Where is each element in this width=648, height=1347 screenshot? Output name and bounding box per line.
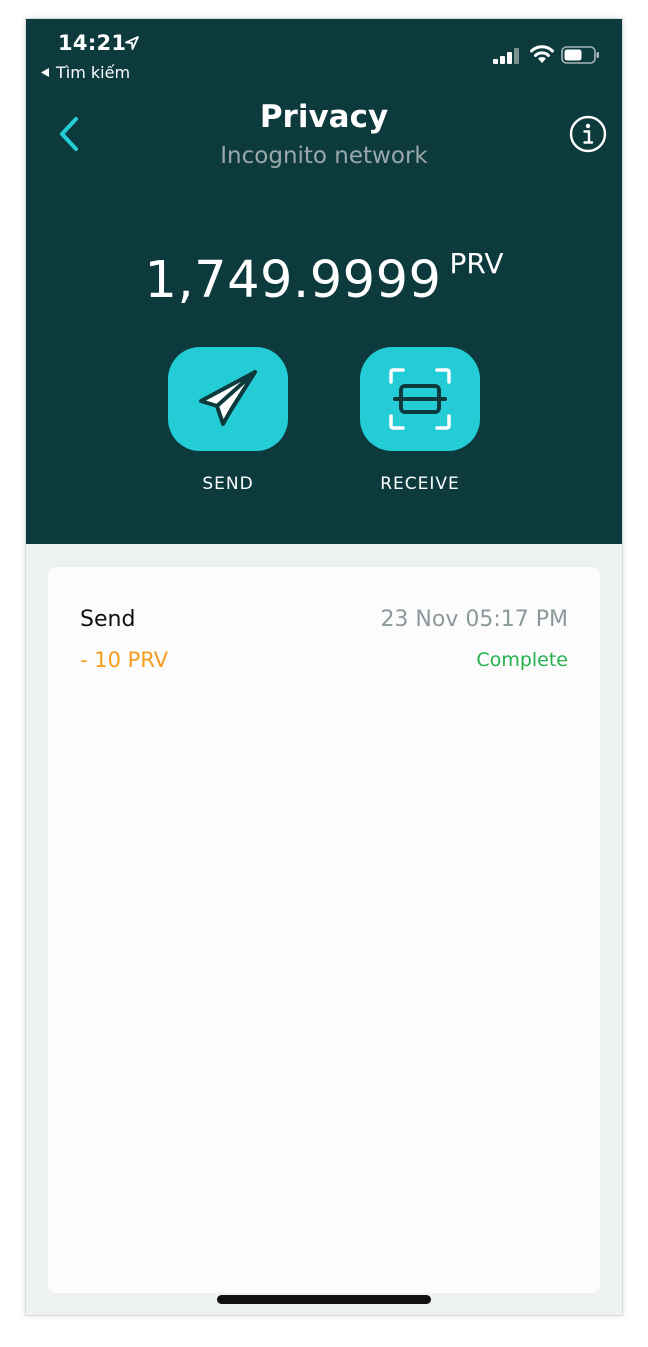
transaction-date: 23 Nov 05:17 PM xyxy=(380,607,568,632)
receive-button[interactable] xyxy=(360,347,480,451)
triangle-left-icon xyxy=(41,68,49,77)
paper-plane-icon xyxy=(199,370,257,426)
signal-icon xyxy=(493,48,519,64)
page-subtitle: Incognito network xyxy=(220,143,428,169)
scan-qr-icon xyxy=(389,368,451,430)
receive-label[interactable]: RECEIVE xyxy=(340,474,500,494)
balance-unit: PRV xyxy=(449,247,504,280)
send-button[interactable] xyxy=(168,347,288,451)
transaction-row[interactable]: Send 23 Nov 05:17 PM - 10 PRV Complete xyxy=(48,567,600,687)
transaction-history-card: Send 23 Nov 05:17 PM - 10 PRV Complete xyxy=(48,567,600,1293)
wallet-header: 14:21 Tìm kiếm Privacy Incognito network… xyxy=(26,19,622,544)
status-time: 14:21 xyxy=(58,31,127,55)
balance-display: 1,749.9999 PRV xyxy=(26,247,622,310)
info-button[interactable] xyxy=(569,115,607,153)
info-icon xyxy=(569,115,607,153)
back-to-app-label: Tìm kiếm xyxy=(56,63,131,82)
transaction-amount: - 10 PRV xyxy=(80,648,169,672)
send-label[interactable]: SEND xyxy=(148,474,308,494)
back-to-app-link[interactable]: Tìm kiếm xyxy=(40,63,130,82)
battery-icon xyxy=(561,46,599,64)
transaction-status: Complete xyxy=(476,649,568,671)
balance-amount: 1,749.9999 xyxy=(144,251,442,310)
app-screen: 14:21 Tìm kiếm Privacy Incognito network… xyxy=(26,19,622,1315)
wifi-icon xyxy=(530,45,554,63)
transaction-type: Send xyxy=(80,607,136,632)
page-title: Privacy xyxy=(259,99,389,135)
location-arrow-icon xyxy=(125,36,139,50)
home-indicator[interactable] xyxy=(217,1295,431,1304)
